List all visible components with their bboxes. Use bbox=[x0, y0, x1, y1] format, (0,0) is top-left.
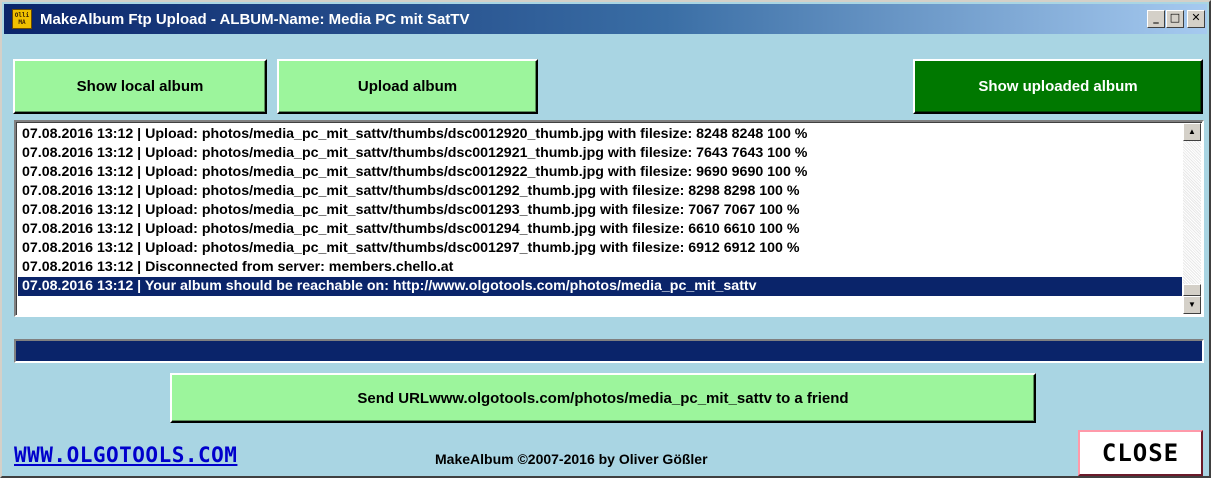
upload-progress-bar bbox=[14, 339, 1204, 363]
progress-bar-fill bbox=[16, 341, 1202, 361]
window-title: MakeAlbum Ftp Upload - ALBUM-Name: Media… bbox=[40, 10, 470, 28]
log-row[interactable]: 07.08.2016 13:12 | Your album should be … bbox=[18, 277, 1182, 296]
upload-log-listbox[interactable]: 07.08.2016 13:12 | Upload: photos/media_… bbox=[14, 120, 1204, 317]
log-row[interactable]: 07.08.2016 13:12 | Upload: photos/media_… bbox=[18, 163, 1182, 182]
log-row[interactable]: 07.08.2016 13:12 | Upload: photos/media_… bbox=[18, 239, 1182, 258]
window-controls: _ □ ✕ bbox=[1146, 10, 1205, 28]
log-row[interactable]: 07.08.2016 13:12 | Disconnected from ser… bbox=[18, 258, 1182, 277]
scrollbar-thumb[interactable] bbox=[1183, 284, 1201, 296]
show-local-album-button[interactable]: Show local album bbox=[13, 59, 267, 114]
makealbum-ftp-upload-window: Olli MA MakeAlbum Ftp Upload - ALBUM-Nam… bbox=[0, 0, 1211, 478]
scroll-up-arrow-icon[interactable]: ▲ bbox=[1183, 123, 1201, 141]
close-button[interactable]: CLOSE bbox=[1078, 430, 1203, 476]
title-bar[interactable]: Olli MA MakeAlbum Ftp Upload - ALBUM-Nam… bbox=[4, 4, 1207, 34]
upload-album-button[interactable]: Upload album bbox=[277, 59, 538, 114]
makealbum-app-icon: Olli MA bbox=[12, 9, 32, 29]
log-scrollbar[interactable]: ▲ ▼ bbox=[1183, 123, 1201, 314]
scroll-down-arrow-icon[interactable]: ▼ bbox=[1183, 296, 1201, 314]
log-row[interactable]: 07.08.2016 13:12 | Upload: photos/media_… bbox=[18, 144, 1182, 163]
log-row[interactable]: 07.08.2016 13:12 | Upload: photos/media_… bbox=[18, 125, 1182, 144]
log-row[interactable]: 07.08.2016 13:12 | Upload: photos/media_… bbox=[18, 182, 1182, 201]
upload-log-rows: 07.08.2016 13:12 | Upload: photos/media_… bbox=[18, 125, 1182, 296]
log-row[interactable]: 07.08.2016 13:12 | Upload: photos/media_… bbox=[18, 220, 1182, 239]
copyright-text: MakeAlbum ©2007-2016 by Oliver Gößler bbox=[435, 451, 708, 467]
log-row[interactable]: 07.08.2016 13:12 | Upload: photos/media_… bbox=[18, 201, 1182, 220]
send-url-to-friend-button[interactable]: Send URLwww.olgotools.com/photos/media_p… bbox=[170, 373, 1036, 423]
close-window-button[interactable]: ✕ bbox=[1187, 10, 1205, 28]
maximize-button[interactable]: □ bbox=[1166, 10, 1184, 28]
app-icon-text: Olli MA bbox=[14, 12, 30, 26]
olgotools-website-link[interactable]: WWW.OLGOTOOLS.COM bbox=[14, 443, 237, 467]
minimize-button[interactable]: _ bbox=[1147, 10, 1165, 28]
show-uploaded-album-button[interactable]: Show uploaded album bbox=[913, 59, 1203, 114]
